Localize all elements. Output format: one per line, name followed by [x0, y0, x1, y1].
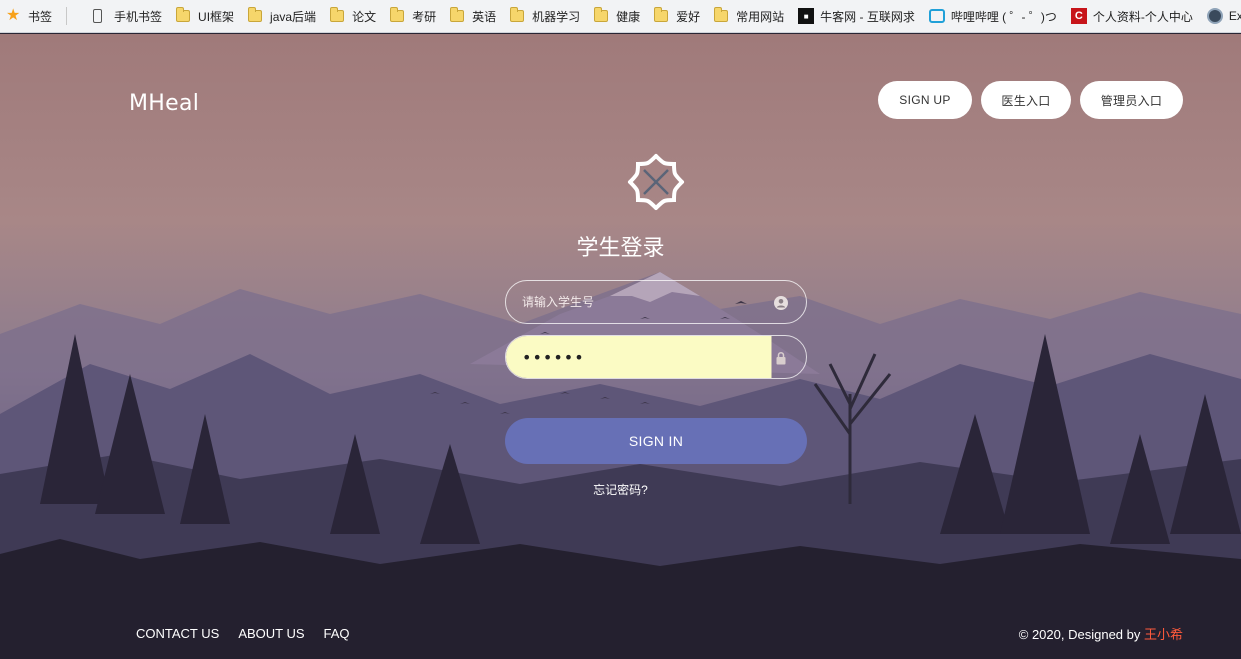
bookmark-folder-ml[interactable]: 机器学习 — [510, 0, 581, 32]
bookmark-label: 机器学习 — [532, 9, 581, 24]
bookmark-folder-papers[interactable]: 论文 — [330, 0, 377, 32]
folder-icon — [594, 7, 609, 22]
bookmark-label: UI框架 — [198, 9, 235, 24]
bookmark-folder-ui[interactable]: UI框架 — [176, 0, 235, 32]
login-page: MHeal SIGN UP 医生入口 管理员入口 学生登录 SIGN IN — [0, 34, 1241, 659]
bookmark-mobile[interactable]: 手机书签 — [93, 0, 163, 32]
student-id-field — [505, 280, 807, 324]
bookmark-label: 常用网站 — [736, 9, 785, 24]
folder-icon — [654, 7, 669, 22]
divider — [66, 7, 68, 25]
folder-icon — [450, 7, 465, 22]
bookmarks-bar: ★ 书签 手机书签 UI框架 java后端 论文 考研 英语 机器学习 健康 爱好… — [0, 0, 1241, 33]
folder-icon — [510, 7, 525, 22]
about-us-link[interactable]: ABOUT US — [238, 626, 304, 641]
doctor-portal-button[interactable]: 医生入口 — [981, 81, 1071, 119]
app-logo-icon — [628, 154, 684, 210]
page-title: 学生登录 — [576, 236, 665, 261]
admin-portal-button[interactable]: 管理员入口 — [1080, 81, 1183, 119]
folder-icon — [390, 7, 405, 22]
bookmark-explore[interactable]: Explore — [1206, 0, 1241, 32]
bookmark-folder-hobby[interactable]: 爱好 — [654, 0, 701, 32]
explore-icon — [1206, 8, 1223, 24]
bookmark-label: 考研 — [412, 9, 437, 24]
bookmark-csdn[interactable]: C 个人资料-个人中心 — [1070, 0, 1193, 32]
footer-nav: CONTACT US ABOUT US FAQ — [136, 626, 350, 641]
folder-icon — [714, 7, 729, 22]
signup-button[interactable]: SIGN UP — [878, 81, 972, 119]
faq-link[interactable]: FAQ — [324, 626, 350, 641]
lock-icon — [776, 351, 786, 365]
bookmark-label: Explore — [1228, 9, 1241, 23]
bookmark-label: 书签 — [28, 9, 53, 24]
bookmark-nowcoder[interactable]: ■ 牛客网 - 互联网求 — [798, 0, 915, 32]
bookmark-folder-english[interactable]: 英语 — [450, 0, 497, 32]
bookmark-folder-sites[interactable]: 常用网站 — [714, 0, 785, 32]
student-id-input[interactable] — [506, 281, 806, 323]
bookmark-bookmarks[interactable]: ★ 书签 — [6, 0, 53, 32]
copyright-text: © 2020, Designed by — [1018, 627, 1144, 642]
folder-icon — [176, 7, 191, 22]
star-icon: ★ — [6, 7, 21, 24]
password-field — [505, 335, 807, 379]
bookmark-label: java后端 — [270, 9, 317, 24]
phone-icon — [93, 9, 103, 23]
bilibili-icon — [928, 9, 945, 23]
folder-icon — [330, 7, 345, 22]
copyright: © 2020, Designed by 王小希 — [1019, 624, 1183, 643]
forgot-password-link[interactable]: 忘记密码? — [0, 481, 1241, 498]
bookmark-label: 个人资料-个人中心 — [1092, 9, 1193, 24]
bookmark-label: 手机书签 — [114, 9, 163, 24]
bookmark-folder-java[interactable]: java后端 — [248, 0, 317, 32]
csdn-icon: C — [1070, 8, 1087, 24]
bookmark-label: 牛客网 - 互联网求 — [820, 9, 915, 24]
bookmark-label: 爱好 — [676, 9, 701, 24]
bookmark-divider — [66, 0, 79, 32]
nowcoder-icon: ■ — [798, 8, 815, 24]
brand-logo-text[interactable]: MHeal — [129, 91, 199, 116]
user-icon — [774, 296, 788, 310]
bookmark-folder-health[interactable]: 健康 — [594, 0, 641, 32]
contact-us-link[interactable]: CONTACT US — [136, 626, 219, 641]
author-link[interactable]: 王小希 — [1144, 627, 1183, 642]
bookmark-label: 英语 — [472, 9, 497, 24]
signin-button[interactable]: SIGN IN — [505, 418, 807, 464]
bookmark-folder-exam[interactable]: 考研 — [390, 0, 437, 32]
bookmark-label: 健康 — [616, 9, 641, 24]
folder-icon — [248, 7, 263, 22]
bookmark-bilibili[interactable]: 哔哩哔哩 ( ゜- ゜)つ — [928, 0, 1057, 32]
bookmark-label: 论文 — [352, 9, 377, 24]
bookmark-label: 哔哩哔哩 ( ゜- ゜)つ — [950, 9, 1057, 24]
password-input[interactable] — [506, 336, 806, 378]
